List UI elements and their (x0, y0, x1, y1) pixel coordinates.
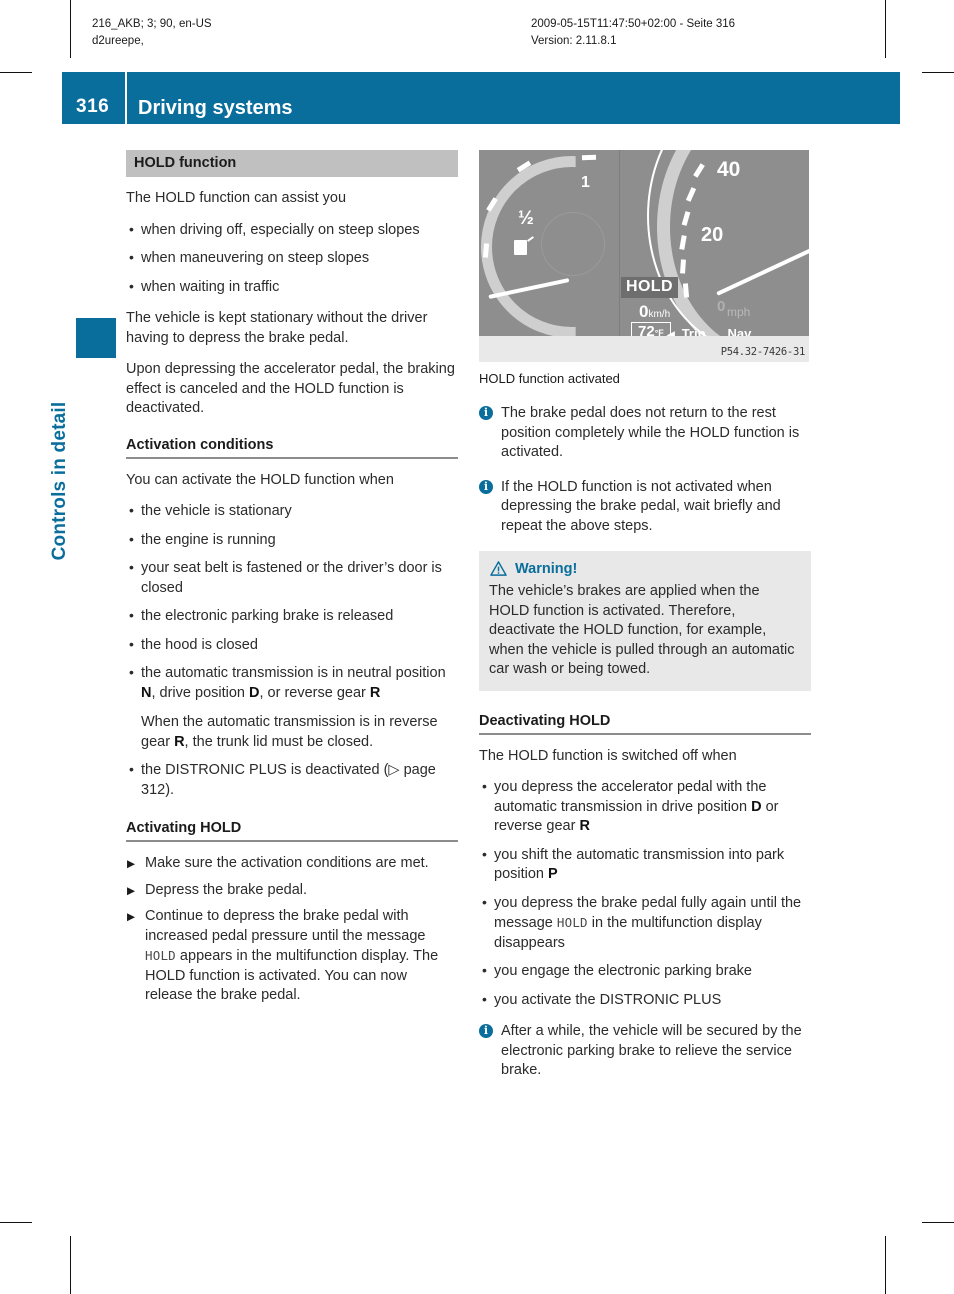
deactivate-text-pre: you depress the accelerator pedal with t… (494, 779, 767, 815)
distronic-text-pre: the DISTRONIC PLUS is deactivated ( (141, 762, 389, 778)
subheading-activation-conditions: Activation conditions (126, 437, 458, 459)
page-title-band: 316 Driving systems (62, 72, 900, 124)
page-number: 316 (76, 96, 110, 117)
fuel-gauge-inner-ring (541, 212, 605, 276)
list-item: you engage the electronic parking brake (479, 961, 811, 982)
mfd-message-hold: HOLD (556, 915, 588, 930)
chapter-tab-marker (76, 318, 116, 358)
print-header: 216_AKB; 3; 90, en-US d2ureepe, 2009-05-… (0, 16, 954, 62)
left-column: HOLD function The HOLD function can assi… (126, 150, 458, 1018)
crop-mark-bottom-right-vertical (885, 1236, 886, 1294)
list-item: when waiting in traffic (126, 277, 458, 298)
list-item: you depress the brake pedal fully again … (479, 893, 811, 954)
hold-function-intro: The HOLD function can assist you (126, 190, 347, 206)
info-note-text: The brake pedal does not return to the r… (501, 405, 800, 460)
print-header-timestamp-version: 2009-05-15T11:47:50+02:00 - Seite 316 Ve… (531, 18, 736, 47)
list-item: you activate the DISTRONIC PLUS (479, 990, 811, 1011)
subheading-activating-hold: Activating HOLD (126, 820, 458, 842)
hold-indicator: HOLD (621, 277, 678, 298)
gear-key-reverse-note: R (174, 733, 185, 750)
hold-function-paragraph-2: Upon depressing the accelerator pedal, t… (126, 361, 455, 416)
list-item: you depress the accelerator pedal with t… (479, 777, 811, 837)
list-item: Make sure the activation conditions are … (126, 854, 458, 874)
gear-key-neutral: N (141, 684, 152, 701)
speedometer-tick-label-20: 20 (701, 224, 724, 246)
step-text-pre: Continue to depress the brake pedal with… (145, 908, 426, 944)
activation-conditions-list: the vehicle is stationary the engine is … (126, 501, 458, 800)
list-item: the automatic transmission is in neutral… (126, 663, 458, 752)
warning-heading: Warning! (489, 560, 801, 578)
info-note: i After a while, the vehicle will be sec… (479, 1022, 811, 1081)
figure-caption: HOLD function activated (479, 371, 620, 386)
warning-title: Warning! (515, 561, 578, 577)
print-header-job-info: 216_AKB; 3; 90, en-US d2ureepe, (92, 18, 212, 47)
section-heading-hold-function: HOLD function (126, 150, 458, 177)
fuel-pump-icon (514, 240, 527, 255)
info-icon: i (479, 406, 493, 420)
info-note: i If the HOLD function is not activated … (479, 478, 811, 537)
gear-key-park: P (548, 866, 558, 882)
reverse-note-post: , the trunk lid must be closed. (184, 733, 374, 750)
gear-key-reverse: R (369, 684, 381, 701)
chapter-name: Controls in detail (49, 401, 70, 561)
list-item: the DISTRONIC PLUS is deactivated (▷ pag… (126, 760, 458, 800)
deactivating-hold-list: you depress the accelerator pedal with t… (479, 777, 811, 1011)
warning-triangle-icon (490, 561, 507, 576)
crop-mark-top-left-horizontal (0, 72, 32, 73)
fuel-gauge-full-label: 1 (581, 174, 590, 191)
speedometer-tick (680, 259, 686, 274)
crop-mark-bottom-left-vertical (70, 1236, 71, 1294)
crop-mark-top-right-horizontal (922, 72, 954, 73)
subheading-deactivating-hold: Deactivating HOLD (479, 713, 811, 735)
figure-gauge-divider (619, 150, 620, 336)
warning-box: Warning! The vehicle’s brakes are applie… (479, 551, 811, 691)
transmission-text-pre: the automatic transmission is in neutral… (141, 665, 446, 681)
list-item: the engine is running (126, 530, 458, 551)
list-item: you shift the automatic transmission int… (479, 845, 811, 885)
activation-conditions-lead: You can activate the HOLD function when (126, 471, 394, 488)
list-item: the hood is closed (126, 635, 458, 656)
list-item: when maneuvering on steep slopes (126, 248, 458, 269)
speedometer-tick-label-40: 40 (717, 158, 741, 181)
hold-function-use-cases: when driving off, especially on steep sl… (126, 220, 458, 298)
mfd-message-hold: HOLD (145, 948, 176, 963)
hold-function-paragraph-1: The vehicle is kept stationary without t… (126, 310, 428, 346)
speedometer-mph-unit: mph (727, 305, 751, 319)
list-item: the vehicle is stationary (126, 501, 458, 522)
crop-mark-bottom-right-horizontal (922, 1222, 954, 1223)
info-note: i The brake pedal does not return to the… (479, 404, 811, 463)
list-item: the electronic parking brake is released (126, 606, 458, 627)
reverse-gear-note: When the automatic transmission is in re… (141, 713, 458, 752)
instrument-cluster-figure: 1 ½ 40 20 0 mph HOLD 0km/h 72°F ◀TripNav (479, 150, 809, 362)
speed-unit: km/h (648, 309, 671, 320)
gear-key-drive: D (751, 798, 762, 815)
transmission-text-mid-1: , drive position (151, 684, 250, 701)
page-reference-arrow-icon: ▷ (388, 762, 400, 778)
list-item: Continue to depress the brake pedal with… (126, 907, 458, 1006)
gear-key-drive: D (249, 684, 260, 701)
info-note-text: After a while, the vehicle will be secur… (501, 1023, 802, 1078)
list-item: Depress the brake pedal. (126, 881, 458, 900)
fuel-tick (581, 154, 597, 161)
speed-readout: 0km/h (639, 302, 670, 322)
info-note-text: If the HOLD function is not activated wh… (501, 478, 781, 534)
crop-mark-bottom-left-horizontal (0, 1222, 32, 1223)
fuel-gauge-half-label: ½ (518, 208, 534, 229)
transmission-text-mid-2: , or reverse gear (259, 684, 370, 701)
info-icon: i (479, 479, 493, 494)
warning-text: The vehicle’s brakes are applied when th… (489, 583, 795, 677)
list-item: your seat belt is fastened or the driver… (126, 558, 458, 598)
title-band-divider (125, 72, 127, 124)
speedometer-mph-value: 0 (717, 298, 726, 315)
activating-hold-steps: Make sure the activation conditions are … (126, 854, 458, 1006)
page-title: Driving systems (138, 97, 293, 119)
deactivate-text-pre: you shift the automatic transmission int… (494, 846, 785, 883)
list-item: when driving off, especially on steep sl… (126, 220, 458, 241)
deactivating-lead: The HOLD function is switched off when (479, 747, 737, 764)
right-column: 1 ½ 40 20 0 mph HOLD 0km/h 72°F ◀TripNav (479, 150, 811, 1096)
figure-image-code: P54.32-7426-31 (720, 346, 806, 358)
step-text-post: appears in the multifunction display. Th… (145, 948, 439, 1003)
info-icon: i (479, 1024, 493, 1038)
gear-key-reverse: R (579, 818, 590, 834)
